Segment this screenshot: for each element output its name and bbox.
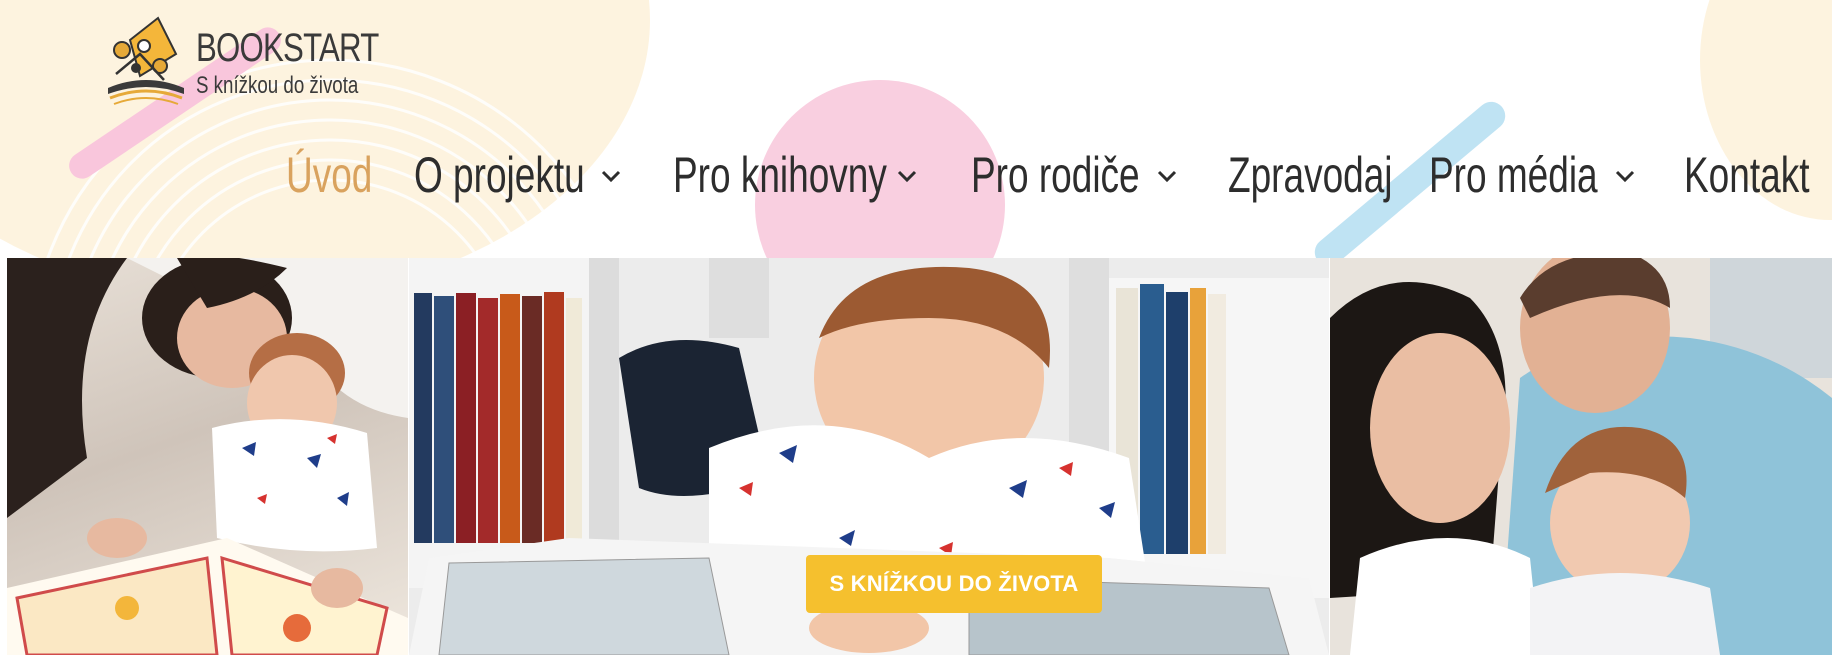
nav-item-label: Zpravodaj <box>1228 147 1393 203</box>
nav-item-kontakt[interactable]: Kontakt <box>1684 145 1832 205</box>
nav-item-label: Pro média <box>1429 147 1598 203</box>
nav-item-zpravodaj[interactable]: Zpravodaj <box>1228 145 1450 205</box>
nav-item-uvod[interactable]: Úvod <box>286 145 403 205</box>
nav-item-label: Úvod <box>286 147 373 203</box>
site-header: BOOKSTART S knížkou do života Úvod O pro… <box>0 0 1832 258</box>
nav-item-label: Kontakt <box>1684 147 1810 203</box>
chevron-down-icon <box>1157 170 1177 183</box>
logo-subtitle: S knížkou do života <box>196 72 359 99</box>
nav-item-pro-knihovny[interactable]: Pro knihovny <box>673 145 962 205</box>
nav-item-label: Pro rodiče <box>971 147 1140 203</box>
logo-title: BOOKSTART <box>196 26 379 70</box>
site-logo[interactable]: BOOKSTART S knížkou do života <box>100 10 379 110</box>
chevron-down-icon <box>897 170 917 183</box>
chevron-down-icon <box>1615 170 1635 183</box>
chevron-down-icon <box>601 170 621 183</box>
cta-button-label: S KNÍŽKOU DO ŽIVOTA <box>829 571 1079 596</box>
cta-button[interactable]: S KNÍŽKOU DO ŽIVOTA <box>806 555 1102 613</box>
nav-item-o-projektu[interactable]: O projektu <box>414 145 645 205</box>
nav-item-label: O projektu <box>414 147 585 203</box>
nav-item-label: Pro knihovny <box>673 147 887 203</box>
nav-item-pro-rodice[interactable]: Pro rodiče <box>971 145 1199 205</box>
nav-item-pro-media[interactable]: Pro média <box>1429 145 1657 205</box>
mother-reading-with-baby-photo <box>7 258 408 655</box>
book-with-people-icon <box>108 16 184 105</box>
parents-with-baby-photo <box>1330 258 1832 655</box>
